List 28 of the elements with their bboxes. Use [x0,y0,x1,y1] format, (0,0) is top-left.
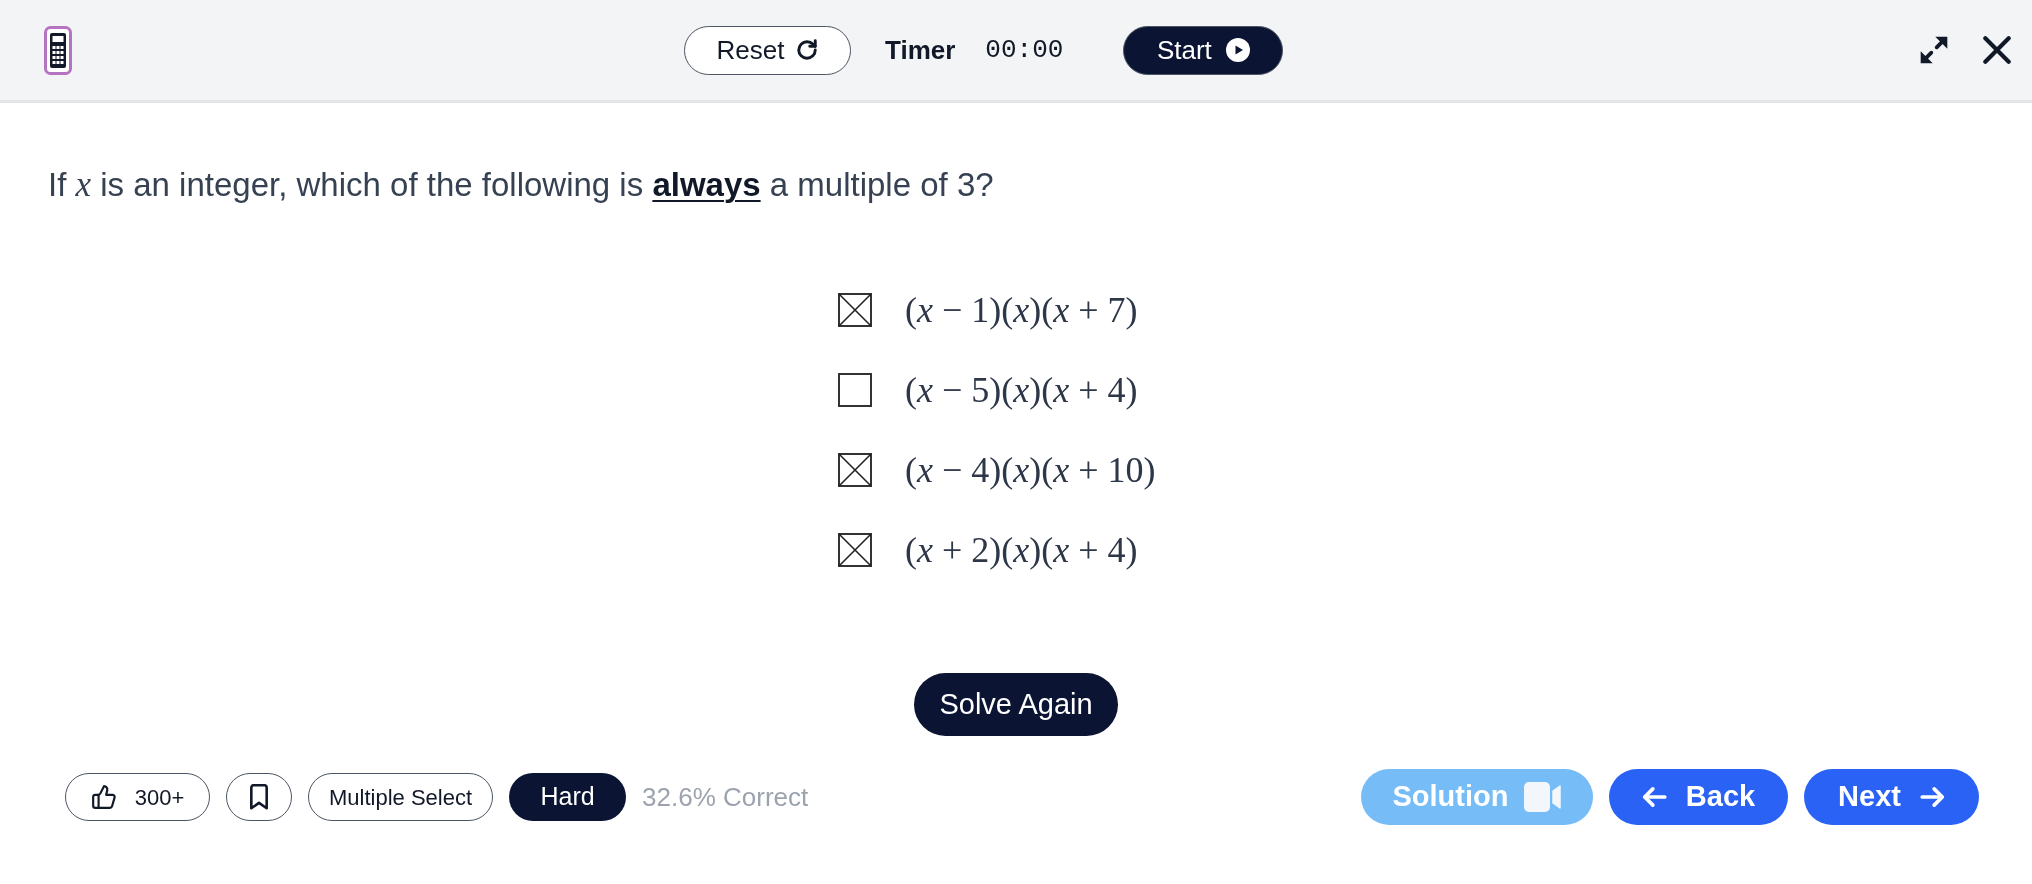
right-arrow-icon [1918,784,1945,810]
difficulty-tag: Hard [509,773,627,821]
play-icon [1225,38,1250,62]
next-button[interactable]: Next [1804,769,1979,825]
checkbox[interactable] [838,533,872,567]
bookmark-icon [249,784,269,810]
close-icon[interactable] [1983,36,2011,64]
accuracy-text: 32.6% Correct [642,780,809,814]
expand-icon[interactable] [1918,34,1950,66]
checkbox[interactable] [838,453,872,487]
reset-button[interactable]: Reset [684,25,851,75]
back-button[interactable]: Back [1609,769,1788,825]
choice-expression: (x − 1)(x)(x + 7) [905,289,1138,332]
calculator-icon[interactable] [44,25,72,75]
timer-value: 00:00 [985,33,1064,67]
left-arrow-icon [1641,784,1668,810]
refresh-icon [796,39,819,61]
timer-label: Timer [885,33,956,67]
thumbs-up-icon [90,784,117,810]
solve-again-button[interactable]: Solve Again [914,673,1118,736]
start-button[interactable]: Start [1123,25,1284,75]
choice-expression: (x − 5)(x)(x + 4) [905,369,1138,412]
checkbox[interactable] [838,373,872,407]
checkbox[interactable] [838,293,872,327]
video-camera-icon [1524,782,1562,812]
question-text: If x is an integer, which of the following is always a multiple of 3? [47,165,995,205]
choice-expression: (x − 4)(x)(x + 10) [905,449,1156,492]
choice-expression: (x + 2)(x)(x + 4) [905,529,1138,572]
